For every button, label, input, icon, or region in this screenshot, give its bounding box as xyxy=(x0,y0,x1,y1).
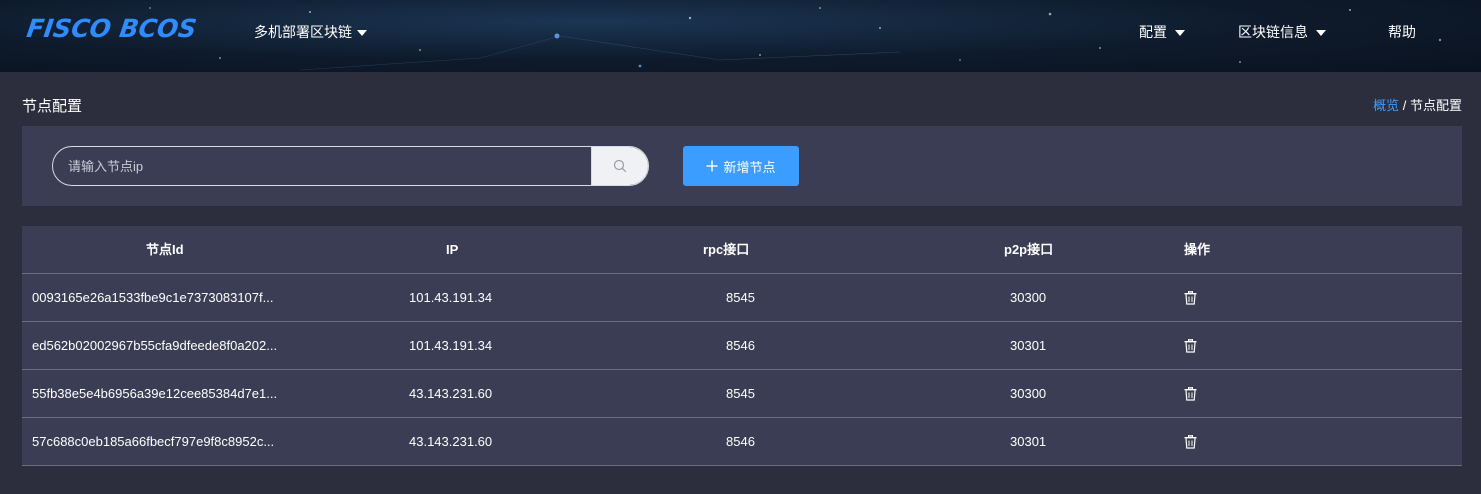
rpc-cell: 8546 xyxy=(726,338,755,353)
search-box xyxy=(52,146,649,186)
table-row: 55fb38e5e4b6956a39e12cee85384d7e1... 43.… xyxy=(22,370,1462,418)
delete-button[interactable] xyxy=(1184,418,1197,466)
rpc-cell: 8545 xyxy=(726,290,755,305)
trash-icon xyxy=(1184,339,1197,353)
p2p-cell: 30300 xyxy=(1010,290,1047,305)
column-header-action: 操作 xyxy=(1184,242,1211,257)
table-row: 0093165e26a1533fbe9c1e7373083107f... 101… xyxy=(22,274,1462,322)
fisco-bcos-logo[interactable]: FISCO BCOS xyxy=(25,14,198,43)
table-row: 57c688c0eb185a66fbecf797e9f8c8952c... 43… xyxy=(22,418,1462,466)
nav-label: 区块链信息 xyxy=(1238,24,1308,40)
delete-button[interactable] xyxy=(1184,274,1197,322)
delete-button[interactable] xyxy=(1184,370,1197,418)
ip-cell: 101.43.191.34 xyxy=(409,338,493,353)
p2p-cell: 30300 xyxy=(1010,386,1047,401)
node-id-cell: 55fb38e5e4b6956a39e12cee85384d7e1... xyxy=(32,386,278,401)
trash-icon xyxy=(1184,387,1197,401)
page-title: 节点配置 xyxy=(22,98,83,115)
trash-icon xyxy=(1184,435,1197,449)
nav-label: 多机部署区块链 xyxy=(254,24,352,40)
add-node-label: 新增节点 xyxy=(723,159,776,175)
plus-icon xyxy=(706,160,718,172)
caret-down-icon xyxy=(1175,30,1185,36)
caret-down-icon xyxy=(357,30,367,36)
search-icon xyxy=(613,159,627,173)
search-button[interactable] xyxy=(591,147,648,185)
ip-cell: 43.143.231.60 xyxy=(409,386,493,401)
table-row: ed562b02002967b55cfa9dfeede8f0a202... 10… xyxy=(22,322,1462,370)
column-header-p2p[interactable]: p2p接口 xyxy=(1004,226,1053,274)
delete-button[interactable] xyxy=(1184,322,1197,370)
nav-help[interactable]: 帮助 xyxy=(1388,22,1416,42)
search-input[interactable] xyxy=(53,147,591,185)
ip-cell: 101.43.191.34 xyxy=(409,290,493,305)
trash-icon xyxy=(1184,291,1197,305)
breadcrumb-overview-link[interactable]: 概览 xyxy=(1373,98,1399,113)
node-id-cell: 57c688c0eb185a66fbecf797e9f8c8952c... xyxy=(32,434,275,449)
nav-chain-info[interactable]: 区块链信息 xyxy=(1238,22,1326,42)
nav-label: 帮助 xyxy=(1388,24,1416,40)
rpc-cell: 8545 xyxy=(726,386,755,401)
node-id-cell: 0093165e26a1533fbe9c1e7373083107f... xyxy=(32,290,274,305)
node-id-cell: ed562b02002967b55cfa9dfeede8f0a202... xyxy=(32,338,278,353)
add-node-button[interactable]: 新增节点 xyxy=(683,146,799,186)
breadcrumb-separator: / xyxy=(1399,98,1410,113)
top-header: FISCO BCOS 多机部署区块链 配置 区块链信息 帮助 xyxy=(0,0,1481,72)
node-table: 节点Id IP rpc接口 p2p接口 操作 0093165e26a1533fb… xyxy=(22,226,1462,466)
nav-multi-machine-deploy[interactable]: 多机部署区块链 xyxy=(254,22,367,42)
breadcrumb-current: 节点配置 xyxy=(1409,98,1462,113)
p2p-cell: 30301 xyxy=(1010,338,1047,353)
table-header: 节点Id IP rpc接口 p2p接口 操作 xyxy=(22,226,1462,274)
column-header-ip[interactable]: IP xyxy=(446,226,458,274)
column-header-rpc[interactable]: rpc接口 xyxy=(703,226,749,274)
caret-down-icon xyxy=(1316,30,1326,36)
nav-label: 配置 xyxy=(1139,24,1167,40)
search-panel: 新增节点 xyxy=(22,126,1462,206)
rpc-cell: 8546 xyxy=(726,434,755,449)
column-header-node-id[interactable]: 节点Id xyxy=(146,226,184,274)
nav-config[interactable]: 配置 xyxy=(1139,22,1185,42)
p2p-cell: 30301 xyxy=(1010,434,1047,449)
breadcrumb: 概览 / 节点配置 xyxy=(1373,95,1462,114)
ip-cell: 43.143.231.60 xyxy=(409,434,493,449)
